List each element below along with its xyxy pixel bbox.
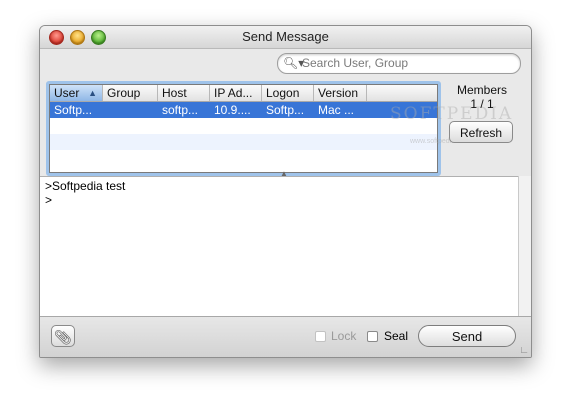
users-table[interactable]: User ▲ Group Host IP Ad... Logon Version… <box>46 81 441 176</box>
attach-file-button[interactable]: 📎︎ <box>51 325 75 347</box>
seal-label: Seal <box>384 329 409 343</box>
column-header-logon[interactable]: Logon <box>262 85 314 101</box>
message-line: > <box>45 193 53 207</box>
cell-logon: Softp... <box>266 103 305 117</box>
column-header-version[interactable]: Version <box>314 85 367 101</box>
send-button[interactable]: Send <box>418 325 516 347</box>
search-input[interactable] <box>302 55 512 71</box>
sort-ascending-icon: ▲ <box>88 88 97 98</box>
title-bar[interactable]: Send Message <box>40 26 531 49</box>
cell-ip: 10.9.... <box>214 103 251 117</box>
empty-row <box>50 118 437 134</box>
table-row[interactable]: Softp... softp... 10.9.... Softp... Mac … <box>50 102 437 118</box>
message-text-area[interactable]: >Softpedia test > <box>40 176 518 317</box>
table-header: User ▲ Group Host IP Ad... Logon Version <box>50 85 437 102</box>
column-header-host[interactable]: Host <box>158 85 210 101</box>
message-scrollbar[interactable] <box>518 176 531 316</box>
paperclip-icon: 📎︎ <box>54 329 72 345</box>
cell-group <box>103 102 158 118</box>
seal-checkbox[interactable] <box>367 331 378 342</box>
empty-row <box>50 134 437 150</box>
send-message-window: Send Message 🔍︎▾ User ▲ Group Host IP Ad… <box>39 25 532 358</box>
search-field[interactable]: 🔍︎▾ <box>277 53 521 74</box>
window-title: Send Message <box>242 29 329 44</box>
column-header-group[interactable]: Group <box>103 85 158 101</box>
column-header-user[interactable]: User ▲ <box>50 85 103 101</box>
column-header-ip[interactable]: IP Ad... <box>210 85 262 101</box>
members-count: 1 / 1 <box>470 97 494 111</box>
lock-checkbox[interactable] <box>315 331 326 342</box>
lock-label: Lock <box>331 329 357 343</box>
bottom-toolbar: 📎︎ Lock Seal Send ∟ <box>40 316 531 357</box>
resize-grip-icon[interactable]: ∟ <box>519 346 529 356</box>
empty-row <box>50 150 437 166</box>
message-line: >Softpedia test <box>45 179 126 193</box>
cell-version: Mac ... <box>318 103 355 117</box>
cell-user: Softp... <box>54 103 93 117</box>
cell-host: softp... <box>162 103 199 117</box>
refresh-button[interactable]: Refresh <box>449 121 513 143</box>
members-label: Members <box>456 83 507 97</box>
